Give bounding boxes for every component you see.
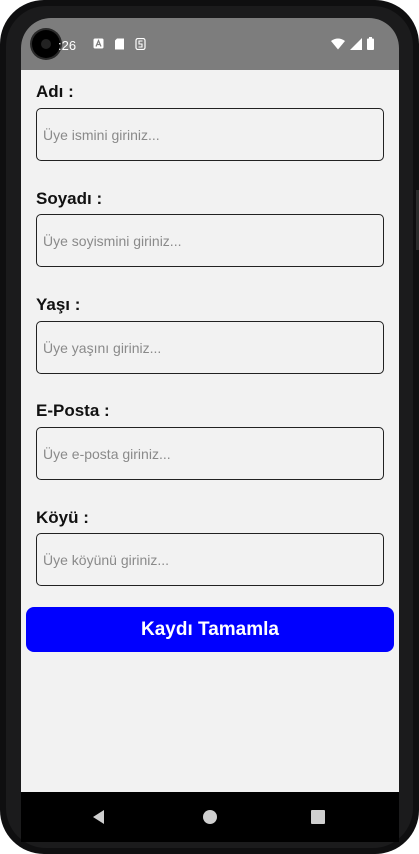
back-icon[interactable] (90, 807, 110, 827)
registration-form: Adı : Soyadı : Yaşı : E-Posta : Köyü : K… (21, 70, 399, 792)
wifi-icon (331, 37, 345, 55)
a-notification-icon (93, 38, 104, 50)
age-input[interactable] (36, 321, 384, 374)
phone-frame: :26 Adı : Üye ismini giriniz... Soyadı:… (0, 0, 419, 854)
front-camera (32, 30, 60, 58)
battery-icon (367, 37, 374, 55)
recents-icon[interactable] (308, 807, 328, 827)
surname-label: Soyadı : (36, 189, 103, 208)
name-label: Adı : (36, 82, 74, 101)
email-input[interactable] (36, 427, 384, 480)
surname-input[interactable] (36, 214, 384, 267)
email-label: E-Posta : (36, 401, 110, 420)
status-right-icons (331, 37, 374, 55)
status-bar: :26 (21, 18, 399, 70)
navigation-bar (21, 792, 399, 842)
home-icon[interactable] (200, 807, 220, 827)
name-input[interactable] (36, 108, 384, 161)
device-screen: :26 Adı : Üye ismini giriniz... Soyadı:… (21, 18, 399, 842)
s-notification-icon (135, 37, 146, 51)
complete-registration-button[interactable]: Kaydı Tamamla (26, 607, 394, 652)
age-label: Yaşı : (36, 295, 81, 314)
signal-icon (350, 37, 362, 55)
village-input[interactable] (36, 533, 384, 586)
sd-card-icon (114, 38, 125, 50)
village-label: Köyü : (36, 508, 89, 527)
status-time: :26 (58, 38, 77, 53)
